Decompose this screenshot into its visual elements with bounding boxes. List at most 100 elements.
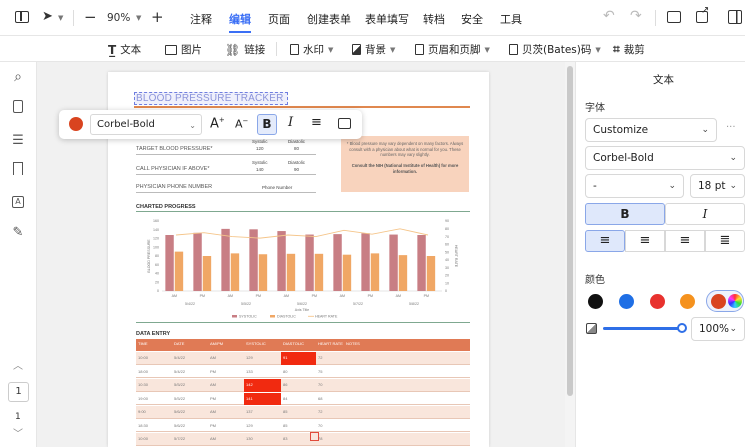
print-icon[interactable] [667, 11, 681, 23]
page-thumbnail-icon[interactable] [9, 100, 27, 118]
table-cell[interactable]: 70 [316, 420, 344, 433]
vertical-scrollbar[interactable] [565, 62, 575, 447]
crop-button[interactable]: ⌗ 裁剪 [613, 42, 645, 57]
table-cell[interactable]: 78 [316, 433, 344, 446]
table-row[interactable]: 18:30 5/6/22 PM 129 85 70 [136, 419, 470, 433]
font-weight-select[interactable]: - ⌄ [585, 174, 684, 198]
table-cell[interactable]: 5/6/22 [172, 406, 208, 419]
signature-icon[interactable]: ✎ [9, 224, 27, 242]
opacity-select[interactable]: 100% ⌄ [691, 317, 745, 341]
table-cell[interactable]: PM [208, 366, 244, 379]
align-center-button[interactable]: ≡ [625, 230, 665, 252]
table-cell[interactable]: 86 [281, 379, 316, 392]
menu-fill-form[interactable]: 表单填写 [365, 11, 409, 27]
table-cell[interactable]: 130 [244, 433, 281, 446]
color-swatch-orange[interactable] [680, 294, 695, 309]
bookmark-icon[interactable] [9, 162, 27, 180]
italic-toggle[interactable]: I [665, 203, 745, 225]
more-icon[interactable]: ··· [726, 122, 736, 133]
table-cell[interactable]: 141 [244, 392, 281, 405]
align-left-button[interactable]: ≡ [585, 230, 625, 252]
menu-edit[interactable]: 编辑 [229, 11, 251, 33]
add-text-button[interactable]: T̲ 文本 [108, 42, 141, 57]
zoom-level[interactable]: 90% [107, 12, 130, 24]
font-increase-icon[interactable]: A+ [210, 116, 225, 131]
table-cell[interactable]: 75 [316, 366, 344, 379]
panel-toggle-icon[interactable] [15, 11, 29, 23]
table-cell[interactable]: 10:00 [136, 352, 172, 365]
scrollbar-thumb[interactable] [567, 66, 573, 396]
table-row[interactable]: 9:00 5/6/22 AM 137 85 72 [136, 406, 470, 419]
opacity-slider[interactable] [603, 327, 683, 330]
table-cell[interactable]: 5/6/22 [172, 420, 208, 433]
chevron-down-icon[interactable]: ▼ [58, 14, 63, 22]
table-cell[interactable]: 133 [244, 366, 281, 379]
table-cell[interactable]: 5/4/22 [172, 366, 208, 379]
text-color-swatch[interactable] [69, 117, 83, 131]
menu-security[interactable]: 安全 [461, 11, 483, 27]
table-cell[interactable]: 85 [281, 420, 316, 433]
table-cell[interactable]: PM [208, 393, 244, 406]
cell-cursor[interactable] [310, 432, 319, 441]
color-swatch-black[interactable] [588, 294, 603, 309]
table-cell[interactable]: 129 [244, 352, 281, 365]
align-right-button[interactable]: ≡ [665, 230, 705, 252]
add-link-button[interactable]: ⛓ 链接 [225, 42, 265, 57]
table-cell[interactable]: 19:00 [136, 393, 172, 406]
color-swatch-blue[interactable] [619, 294, 634, 309]
table-cell[interactable]: 84 [281, 393, 316, 406]
menu-annotate[interactable]: 注释 [190, 11, 212, 27]
color-swatch-selected[interactable] [706, 290, 744, 312]
table-cell[interactable]: 80 [281, 366, 316, 379]
background-button[interactable]: 背景 ▼ [352, 42, 395, 57]
italic-button[interactable]: I [288, 115, 293, 130]
font-decrease-icon[interactable]: A− [235, 117, 248, 131]
form-field-icon[interactable]: A [9, 192, 27, 210]
scroll-up-icon[interactable]: ︿ [9, 358, 27, 376]
color-swatch-red[interactable] [650, 294, 665, 309]
table-cell[interactable]: 5/5/22 [172, 393, 208, 406]
table-cell[interactable]: 5/7/22 [172, 433, 208, 446]
table-cell[interactable]: 9:00 [136, 406, 172, 419]
table-row[interactable]: 19:00 5/5/22 PM 141 84 68 [136, 392, 470, 406]
menu-create-form[interactable]: 创建表单 [307, 11, 351, 27]
align-left-icon[interactable]: ≡ [311, 115, 322, 130]
table-cell[interactable]: AM [208, 406, 244, 419]
font-size-select[interactable]: 18 pt ⌄ [690, 174, 745, 198]
table-cell[interactable]: 129 [244, 420, 281, 433]
table-row[interactable]: 10:30 5/5/22 AM 142 86 70 [136, 379, 470, 392]
outline-icon[interactable]: ☰ [9, 132, 27, 150]
menu-tools[interactable]: 工具 [500, 11, 522, 27]
table-cell[interactable]: 137 [244, 406, 281, 419]
table-cell[interactable]: 5/4/22 [172, 352, 208, 365]
table-cell[interactable]: 72 [316, 352, 344, 365]
table-cell[interactable]: 10:30 [136, 379, 172, 392]
undo-icon[interactable]: ↶ [603, 8, 615, 24]
style-select[interactable]: Customize ⌄ [585, 118, 717, 142]
bates-button[interactable]: 贝茨(Bates)码 ▼ [509, 42, 601, 57]
zoom-in-icon[interactable]: + [151, 8, 164, 26]
cursor-icon[interactable]: ➤ [42, 9, 53, 24]
table-cell[interactable]: AM [208, 379, 244, 392]
table-cell[interactable]: 142 [244, 379, 281, 392]
zoom-dropdown-icon[interactable]: ▼ [136, 14, 141, 22]
table-cell[interactable]: AM [208, 433, 244, 446]
align-justify-button[interactable]: ≣ [705, 230, 745, 252]
text-box-icon[interactable] [338, 118, 351, 129]
zoom-out-icon[interactable]: − [84, 8, 97, 26]
table-cell[interactable]: 68 [316, 393, 344, 406]
menu-page[interactable]: 页面 [268, 11, 290, 27]
redo-icon[interactable]: ↷ [630, 8, 642, 24]
table-cell[interactable]: 72 [316, 406, 344, 419]
table-row[interactable]: 10:00 5/7/22 AM 130 83 78 [136, 433, 470, 446]
table-cell[interactable]: 91 [281, 352, 316, 365]
table-cell[interactable]: AM [208, 352, 244, 365]
header-footer-button[interactable]: 页眉和页脚 ▼ [415, 42, 490, 57]
watermark-button[interactable]: 水印 ▼ [290, 42, 333, 57]
table-cell[interactable]: 10:00 [136, 433, 172, 446]
bold-toggle[interactable]: B [585, 203, 665, 225]
scroll-down-icon[interactable]: ﹀ [9, 426, 27, 444]
table-cell[interactable]: PM [208, 420, 244, 433]
font-select[interactable]: Corbel-Bold ⌄ [90, 114, 202, 135]
bold-button[interactable]: B [257, 114, 277, 135]
